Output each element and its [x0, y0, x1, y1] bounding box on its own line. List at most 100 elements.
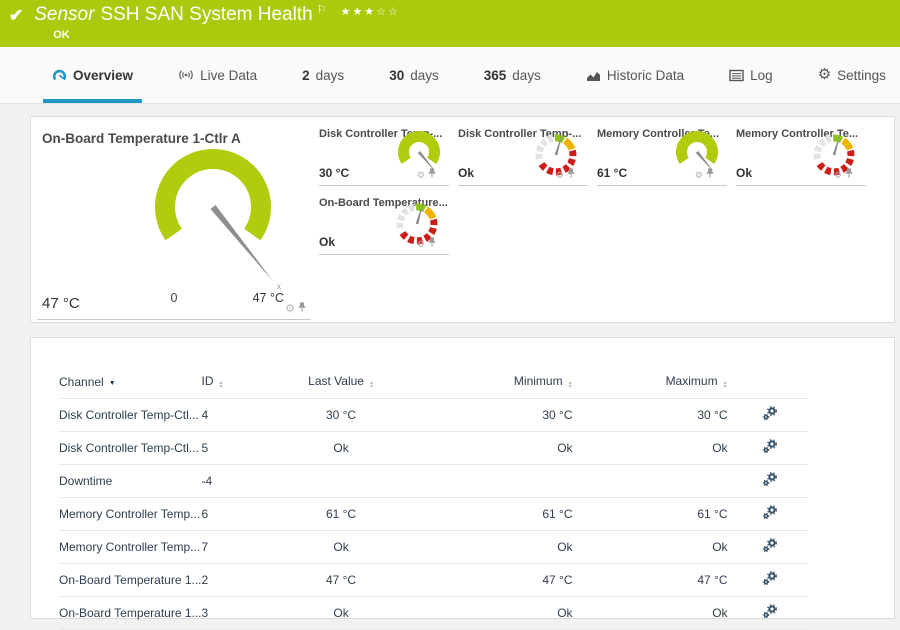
- primary-gauge-tile[interactable]: On-Board Temperature 1-Ctlr A x 0 47 °C …: [37, 123, 311, 320]
- cell-last: 61 °C: [263, 497, 419, 531]
- cell-last: Ok: [263, 431, 419, 465]
- gauge-segment-amber: [562, 137, 576, 151]
- gauge-segment-amber: [840, 137, 854, 151]
- gauge-tile-value: 61 °C: [597, 166, 628, 180]
- channels-panel: Channel ▼ ID ▲ ▼ Last Value ▲ ▼ Minimum ▲ ▼ Maximum…: [30, 337, 895, 630]
- gauge-tile[interactable]: On-Board Temperature... Ok ⚙: [319, 194, 449, 255]
- edit-channel-icon[interactable]: [762, 406, 778, 424]
- cell-channel: Downtime: [59, 464, 202, 498]
- tab-overview[interactable]: Overview: [42, 47, 143, 103]
- edit-channel-icon[interactable]: [762, 604, 778, 622]
- gauge-segment-gray: [396, 203, 415, 232]
- primary-gauge: x 0 47 °C: [155, 149, 284, 305]
- col-header-id[interactable]: ID ▲ ▼: [202, 368, 264, 399]
- cell-min: 61 °C: [418, 497, 577, 531]
- tile-pin-icon[interactable]: [428, 165, 436, 183]
- tab-log[interactable]: Log: [729, 47, 773, 103]
- table-row[interactable]: Disk Controller Temp-Ctl... 4 30 °C 30 °C 30…: [59, 398, 808, 432]
- tab-2-days[interactable]: 2 days: [302, 47, 344, 103]
- gauge-arc: [676, 131, 718, 165]
- cell-id: 3: [201, 596, 264, 630]
- status-badge: OK: [53, 29, 70, 41]
- tile-settings-gear-icon[interactable]: ⚙: [834, 165, 842, 183]
- gauge-arc: [398, 131, 440, 165]
- table-row[interactable]: Memory Controller Temp... 6 61 °C 61 °C 61 °…: [59, 497, 808, 531]
- tile-pin-icon[interactable]: [845, 165, 853, 183]
- chart-icon: [586, 69, 601, 82]
- edit-channel-icon[interactable]: [762, 505, 778, 523]
- tile-pin-icon[interactable]: [706, 165, 714, 183]
- tile-settings-gear-icon[interactable]: ⚙: [556, 165, 564, 183]
- broadcast-icon: [178, 68, 194, 82]
- gear-icon: ⚙: [416, 170, 425, 180]
- edit-channel-icon[interactable]: [762, 538, 778, 556]
- pin-icon: [845, 168, 853, 178]
- col-header-last-value[interactable]: Last Value ▲ ▼: [264, 368, 419, 399]
- cell-channel: Disk Controller Temp-Ctl...: [59, 431, 202, 465]
- cell-channel: Disk Controller Temp-Ctl...: [59, 398, 202, 432]
- edit-channel-icon[interactable]: [762, 472, 778, 490]
- cell-max: [576, 464, 732, 498]
- gauge-icon: [52, 68, 67, 82]
- tab-365-days[interactable]: 365 days: [484, 47, 541, 103]
- table-row[interactable]: On-Board Temperature 1... 2 47 °C 47 °C 47 °…: [59, 563, 808, 597]
- gauge-tile[interactable]: Memory Controller Te... 61 °C ⚙: [597, 125, 727, 186]
- gauge-tile-value: 30 °C: [319, 166, 350, 180]
- tile-pin-icon[interactable]: [428, 234, 436, 252]
- cell-min: [418, 464, 577, 498]
- priority-stars[interactable]: ★★★☆☆: [341, 5, 400, 18]
- tab-30-days[interactable]: 30 days: [389, 47, 439, 103]
- gauge-tile[interactable]: Memory Controller Te... Ok ⚙: [736, 125, 866, 186]
- tile-settings-gear-icon[interactable]: ⚙: [695, 165, 703, 183]
- cell-min: Ok: [418, 431, 577, 465]
- tile-settings-gear-icon[interactable]: ⚙: [417, 234, 425, 252]
- table-row[interactable]: On-Board Temperature 1... 3 Ok Ok Ok: [59, 596, 808, 630]
- tile-pin-icon[interactable]: [567, 165, 575, 183]
- gear-icon: ⚙: [285, 303, 295, 315]
- edit-channel-icon[interactable]: [762, 439, 778, 457]
- sort-icon: ▲ ▼: [722, 380, 728, 390]
- cell-max: 47 °C: [576, 563, 732, 597]
- cell-max: 30 °C: [576, 398, 732, 432]
- col-header-channel[interactable]: Channel ▼: [59, 368, 202, 399]
- pin-icon: [567, 168, 575, 178]
- edit-channel-icon[interactable]: [762, 571, 778, 589]
- tile-settings-gear-icon[interactable]: ⚙: [417, 165, 425, 183]
- table-row[interactable]: Downtime -4: [59, 464, 808, 498]
- pin-icon: [428, 237, 436, 247]
- tile-settings-gear-icon[interactable]: ⚙: [285, 299, 295, 317]
- cell-channel: On-Board Temperature 1...: [59, 596, 202, 630]
- cell-channel: On-Board Temperature 1...: [59, 563, 202, 597]
- cell-id: 5: [201, 431, 264, 465]
- status-check-icon: ✔: [9, 6, 24, 25]
- tab-settings[interactable]: ⚙ Settings: [818, 47, 886, 103]
- gauge-scale-max: 47 °C: [253, 291, 284, 305]
- col-header-maximum[interactable]: Maximum ▲ ▼: [577, 368, 732, 399]
- channel-table-body: Disk Controller Temp-Ctl... 4 30 °C 30 °C 30…: [59, 398, 808, 630]
- flag-icon[interactable]: ⚐: [317, 3, 327, 16]
- primary-gauge-value: 47 °C: [42, 295, 80, 312]
- sort-icon: ▲ ▼: [368, 380, 374, 390]
- gauge-segment-green: [554, 134, 566, 144]
- gear-icon: ⚙: [694, 170, 703, 180]
- gauge-segment-green: [415, 203, 427, 213]
- overview-content: On-Board Temperature 1-Ctlr A x 0 47 °C …: [0, 104, 900, 630]
- gauges-panel: On-Board Temperature 1-Ctlr A x 0 47 °C …: [30, 116, 895, 323]
- col-header-minimum[interactable]: Minimum ▲ ▼: [419, 368, 577, 399]
- channel-table: Channel ▼ ID ▲ ▼ Last Value ▲ ▼ Minimum ▲ ▼ Maximum…: [59, 368, 808, 630]
- table-row[interactable]: Disk Controller Temp-Ctl... 5 Ok Ok Ok: [59, 431, 808, 465]
- gauge-arc: [155, 149, 271, 241]
- tab-live-data[interactable]: Live Data: [178, 47, 257, 103]
- gauge-tile[interactable]: Disk Controller Temp-... Ok ⚙: [458, 125, 588, 186]
- table-row[interactable]: Memory Controller Temp... 7 Ok Ok Ok: [59, 530, 808, 564]
- tile-pin-icon[interactable]: [298, 299, 306, 317]
- pin-icon: [706, 168, 714, 178]
- cell-channel: Memory Controller Temp...: [59, 497, 202, 531]
- gauge-tile-value: Ok: [319, 235, 336, 249]
- tab-historic-data[interactable]: Historic Data: [586, 47, 684, 103]
- cell-id: 2: [201, 563, 264, 597]
- sensor-header: ✔ Sensor SSH SAN System Health ⚐ ★★★☆☆ O…: [0, 0, 900, 47]
- gauge-tile[interactable]: Disk Controller Temp-... 30 °C ⚙: [319, 125, 449, 186]
- page-title: SSH SAN System Health: [100, 4, 313, 25]
- pin-icon: [428, 168, 436, 178]
